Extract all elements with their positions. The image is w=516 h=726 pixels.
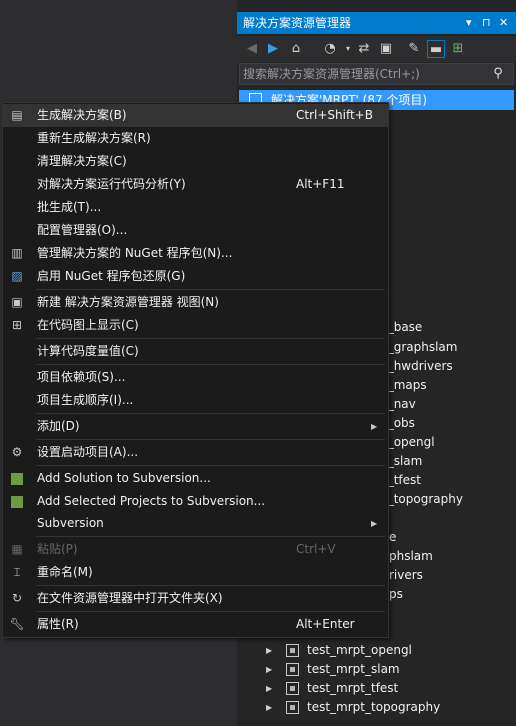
menu-separator xyxy=(36,413,385,414)
menu-item-open-folder-in-explorer[interactable]: ↻ 在文件资源管理器中打开文件夹(X) xyxy=(3,587,388,610)
context-menu: ▤ 生成解决方案(B) Ctrl+Shift+B 重新生成解决方案(R) 清理解… xyxy=(2,102,389,638)
menu-item-manage-nuget[interactable]: ▥ 管理解决方案的 NuGet 程序包(N)... xyxy=(3,242,388,265)
menu-item-run-code-analysis[interactable]: 对解决方案运行代码分析(Y) Alt+F11 xyxy=(3,173,388,196)
paste-icon: ▦ xyxy=(11,542,23,556)
search-icon[interactable]: ⚲ xyxy=(489,64,507,84)
rename-icon: ⌶ xyxy=(13,565,21,579)
menu-item-project-dependencies[interactable]: 项目依赖项(S)... xyxy=(3,366,388,389)
menu-separator xyxy=(36,585,385,586)
project-icon xyxy=(286,663,299,676)
svn-add-icon xyxy=(8,467,26,490)
menu-item-set-startup-projects[interactable]: ⚙ 设置启动项目(A)... xyxy=(3,441,388,464)
expand-arrow-icon[interactable]: ▶ xyxy=(266,679,272,698)
menu-separator xyxy=(36,536,385,537)
menu-separator xyxy=(36,611,385,612)
panel-title: 解决方案资源管理器 xyxy=(243,16,352,30)
svn-add-icon xyxy=(8,490,26,513)
tree-item[interactable]: ▶ test_mrpt_topography xyxy=(237,698,516,717)
tree-item[interactable]: ▶ test_mrpt_slam xyxy=(237,660,516,679)
close-icon[interactable]: ✕ xyxy=(499,12,508,34)
refresh-icon: ↻ xyxy=(11,591,23,605)
home-icon[interactable]: ⌂ xyxy=(287,40,305,58)
nuget-restore-icon: ▨ xyxy=(11,269,23,283)
code-map-icon[interactable]: ⊞ xyxy=(449,40,467,58)
menu-separator xyxy=(36,465,385,466)
new-view-icon: ▣ xyxy=(11,295,23,309)
back-icon[interactable]: ◀ xyxy=(243,40,261,58)
tree-item[interactable]: ▶ test_mrpt_tfest xyxy=(237,679,516,698)
collapse-icon[interactable]: ▣ xyxy=(377,40,395,58)
menu-separator xyxy=(36,364,385,365)
gear-icon: ⚙ xyxy=(11,445,23,459)
pin-icon[interactable]: ⊓ xyxy=(482,12,491,34)
wrench-icon: 🔧︎ xyxy=(9,617,25,631)
menu-item-project-build-order[interactable]: 项目生成顺序(I)... xyxy=(3,389,388,412)
menu-separator xyxy=(36,338,385,339)
project-icon xyxy=(286,644,299,657)
sync-icon[interactable]: ⇄ xyxy=(355,40,373,58)
build-icon: ▤ xyxy=(11,108,23,122)
menu-item-enable-nuget-restore[interactable]: ▨ 启用 NuGet 程序包还原(G) xyxy=(3,265,388,288)
menu-item-add[interactable]: 添加(D) ▶ xyxy=(3,415,388,438)
solution-explorer-title-bar: 解决方案资源管理器 ▾ ⊓ ✕ xyxy=(237,12,516,34)
project-icon xyxy=(286,682,299,695)
search-input[interactable] xyxy=(243,65,483,83)
code-map-icon: ⊞ xyxy=(11,318,23,332)
menu-item-rebuild-solution[interactable]: 重新生成解决方案(R) xyxy=(3,127,388,150)
menu-item-configuration-manager[interactable]: 配置管理器(O)... xyxy=(3,219,388,242)
wrench-icon[interactable]: ✎ xyxy=(405,40,423,58)
expand-arrow-icon[interactable]: ▶ xyxy=(266,641,272,660)
menu-separator xyxy=(36,439,385,440)
menu-item-add-solution-to-subversion[interactable]: Add Solution to Subversion... xyxy=(3,467,388,490)
menu-item-properties[interactable]: 🔧︎ 属性(R) Alt+Enter xyxy=(3,613,388,636)
history-icon[interactable]: ◔ xyxy=(321,40,339,58)
menu-item-subversion[interactable]: Subversion ▶ xyxy=(3,512,388,535)
search-box[interactable]: ⚲ xyxy=(239,63,514,85)
menu-item-clean-solution[interactable]: 清理解决方案(C) xyxy=(3,150,388,173)
project-icon xyxy=(286,701,299,714)
menu-item-build-solution[interactable]: ▤ 生成解决方案(B) Ctrl+Shift+B xyxy=(3,104,388,127)
preview-icon[interactable]: ▬ xyxy=(427,40,445,58)
menu-item-paste[interactable]: ▦ 粘贴(P) Ctrl+V xyxy=(3,538,388,561)
solution-explorer-toolbar: ◀ ▶ ⌂ ◔ ▾ ⇄ ▣ ✎ ▬ ⊞ xyxy=(237,36,516,62)
menu-separator xyxy=(36,289,385,290)
submenu-arrow-icon: ▶ xyxy=(371,422,378,431)
nuget-icon: ▥ xyxy=(11,246,23,260)
menu-item-calculate-code-metrics[interactable]: 计算代码度量值(C) xyxy=(3,340,388,363)
tree-item[interactable]: ▶ test_mrpt_opengl xyxy=(237,641,516,660)
expand-arrow-icon[interactable]: ▶ xyxy=(266,698,272,717)
menu-item-batch-build[interactable]: 批生成(T)... xyxy=(3,196,388,219)
menu-item-rename[interactable]: ⌶ 重命名(M) xyxy=(3,561,388,584)
submenu-arrow-icon: ▶ xyxy=(371,519,378,528)
expand-arrow-icon[interactable]: ▶ xyxy=(266,660,272,679)
forward-icon[interactable]: ▶ xyxy=(264,40,282,58)
panel-dropdown-icon[interactable]: ▾ xyxy=(466,12,472,34)
menu-item-show-on-code-map[interactable]: ⊞ 在代码图上显示(C) xyxy=(3,314,388,337)
menu-item-add-selected-projects-to-subversion[interactable]: Add Selected Projects to Subversion... xyxy=(3,490,388,513)
menu-item-new-explorer-view[interactable]: ▣ 新建 解决方案资源管理器 视图(N) xyxy=(3,291,388,314)
